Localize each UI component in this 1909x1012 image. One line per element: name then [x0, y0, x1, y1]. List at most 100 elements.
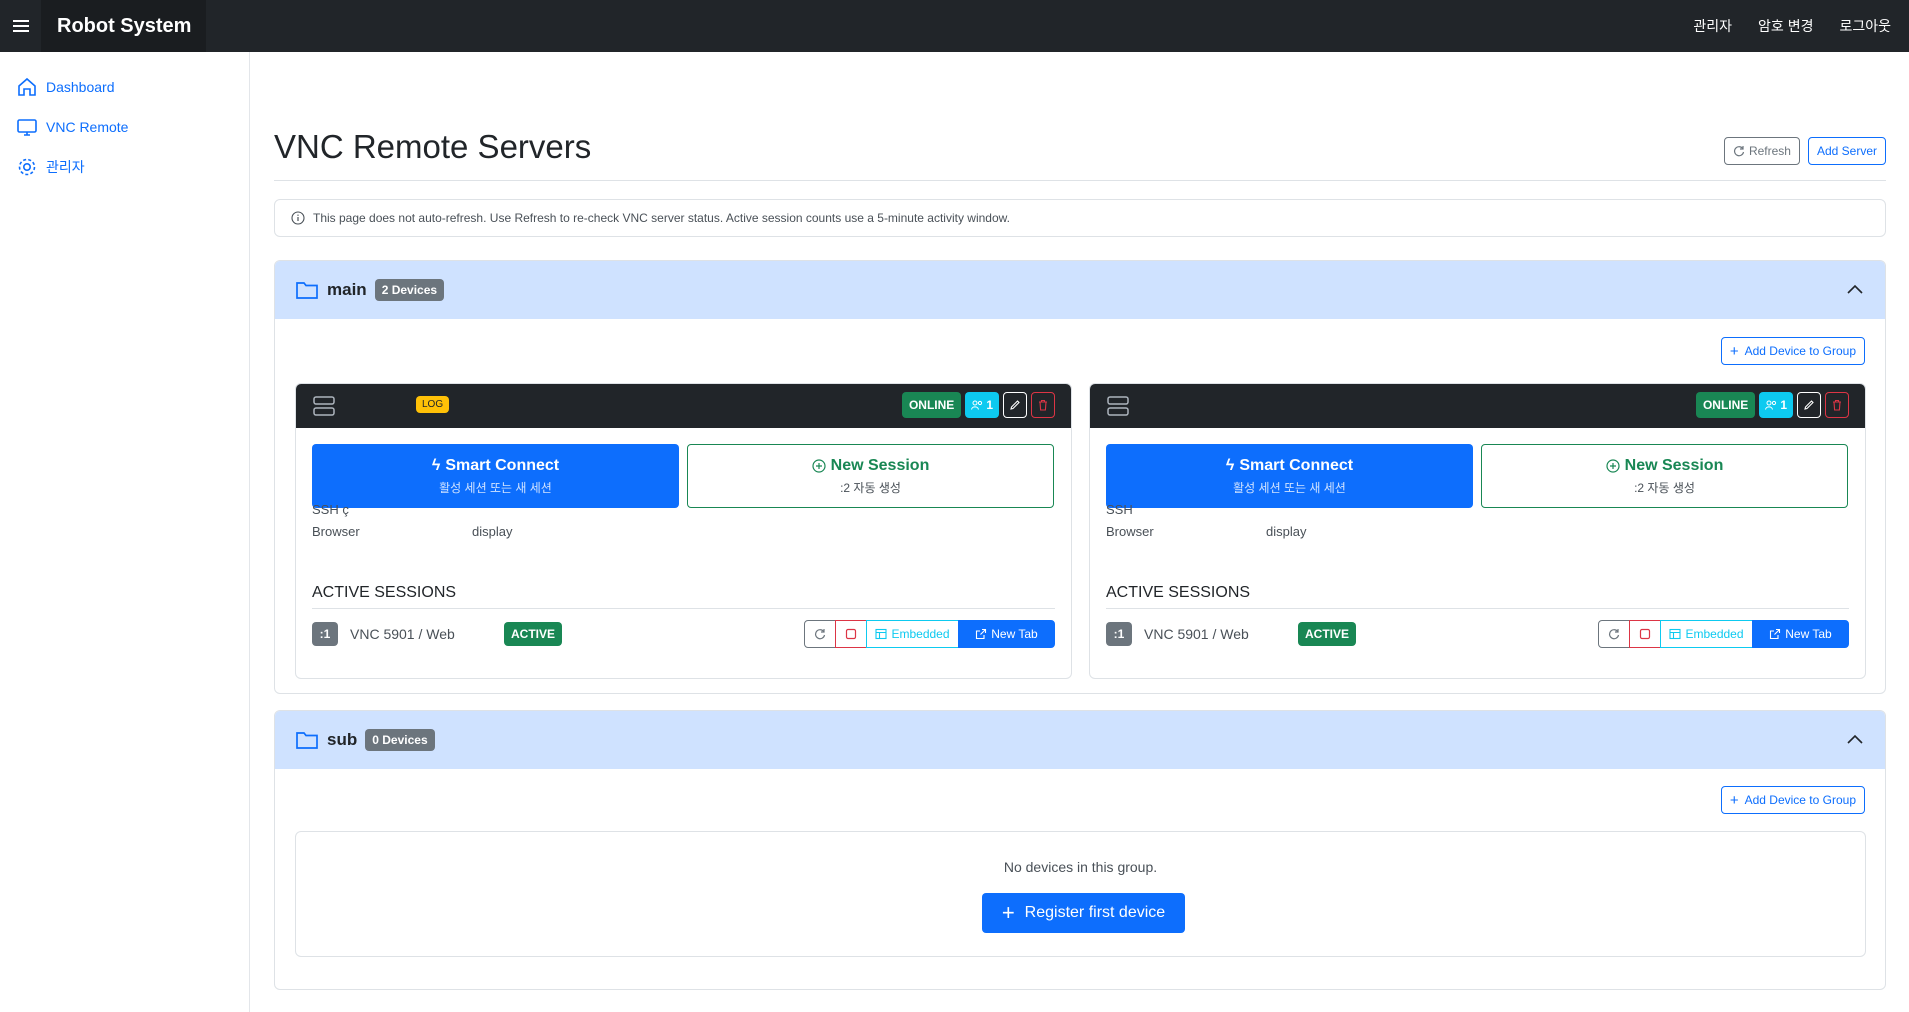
edit-device-button[interactable]: [1797, 392, 1821, 418]
menu-toggle-button[interactable]: [0, 0, 41, 52]
embedded-label: Embedded: [1685, 627, 1744, 641]
add-device-to-group-button[interactable]: + Add Device to Group: [1720, 786, 1865, 814]
lightning-icon: ϟ: [1225, 456, 1235, 474]
group-name: main: [327, 280, 367, 299]
status-badge: ONLINE: [901, 392, 962, 418]
group-header[interactable]: sub 0 Devices: [275, 711, 1885, 769]
server-icon: [313, 396, 335, 416]
ssh-info: SSH ç: [312, 502, 349, 517]
browser-label: Browser: [1106, 524, 1154, 539]
refresh-button[interactable]: Refresh: [1723, 137, 1800, 165]
hamburger-icon: [12, 20, 29, 32]
pencil-icon: [1804, 400, 1814, 410]
session-row: :1 VNC 5901 / Web ACTIVE Embedded New Ta…: [312, 620, 1055, 648]
session-stop-button[interactable]: [835, 620, 867, 648]
monitor-icon: [17, 119, 37, 136]
add-device-label: Add Device to Group: [1744, 344, 1856, 358]
new-tab-label: New Tab: [991, 627, 1038, 641]
embedded-button[interactable]: Embedded: [866, 620, 959, 648]
session-state-badge: ACTIVE: [1298, 622, 1357, 646]
group-sub: sub 0 Devices + Add Device to Group No d…: [274, 710, 1886, 990]
new-tab-button[interactable]: New Tab: [1752, 620, 1849, 648]
lightning-icon: ϟ: [431, 456, 441, 474]
smart-connect-sub: 활성 세션 또는 새 세션: [439, 480, 552, 495]
main-content: VNC Remote Servers Refresh Add Server Th…: [274, 52, 1886, 1012]
plus-circle-icon: [812, 458, 826, 473]
sidebar-item-admin[interactable]: 관리자: [0, 147, 249, 187]
info-text: This page does not auto-refresh. Use Ref…: [313, 211, 1010, 225]
window-icon: [875, 628, 888, 640]
sessions-divider: [1106, 608, 1849, 609]
new-session-sub: :2 자동 생성: [840, 480, 901, 495]
pencil-icon: [1010, 400, 1020, 410]
browser-info: Browser display: [1106, 524, 1406, 539]
new-session-button[interactable]: New Session :2 자동 생성: [1481, 444, 1848, 508]
new-session-sub: :2 자동 생성: [1634, 480, 1695, 495]
group-main: main 2 Devices + Add Device to Group LOG…: [274, 260, 1886, 694]
sidebar-item-label: Dashboard: [46, 79, 115, 95]
sidebar-item-label: 관리자: [46, 159, 85, 175]
change-password-link[interactable]: 암호 변경: [1758, 16, 1813, 36]
external-link-icon: [976, 628, 987, 640]
logout-link[interactable]: 로그아웃: [1839, 16, 1891, 36]
new-tab-button[interactable]: New Tab: [958, 620, 1055, 648]
stop-icon: [845, 628, 857, 640]
session-refresh-button[interactable]: [1598, 620, 1630, 648]
session-stop-button[interactable]: [1629, 620, 1661, 648]
user-count-badge: 1: [965, 392, 999, 418]
chevron-up-icon[interactable]: [1845, 280, 1865, 300]
ssh-label: SSH: [312, 502, 339, 517]
session-row: :1 VNC 5901 / Web ACTIVE Embedded New Ta…: [1106, 620, 1849, 648]
top-navbar: Robot System 관리자 암호 변경 로그아웃: [0, 0, 1909, 52]
embedded-button[interactable]: Embedded: [1660, 620, 1753, 648]
new-session-button[interactable]: New Session :2 자동 생성: [687, 444, 1054, 508]
refresh-icon: [1608, 629, 1620, 640]
chevron-up-icon[interactable]: [1845, 730, 1865, 750]
session-refresh-button[interactable]: [804, 620, 836, 648]
edit-device-button[interactable]: [1003, 392, 1027, 418]
brand-logo[interactable]: Robot System: [41, 0, 206, 52]
user-count-badge: 1: [1759, 392, 1793, 418]
embedded-label: Embedded: [891, 627, 950, 641]
smart-connect-label: Smart Connect: [445, 456, 560, 474]
window-icon: [1669, 628, 1682, 640]
smart-connect-button[interactable]: ϟ Smart Connect 활성 세션 또는 새 세션: [312, 444, 679, 508]
sidebar-item-vnc-remote[interactable]: VNC Remote: [0, 107, 249, 147]
group-header[interactable]: main 2 Devices: [275, 261, 1885, 319]
admin-link[interactable]: 관리자: [1693, 16, 1732, 36]
refresh-icon: [814, 629, 826, 640]
users-icon: [1765, 400, 1777, 410]
log-badge[interactable]: LOG: [416, 396, 450, 413]
browser-label: Browser: [312, 524, 360, 539]
plus-icon: +: [1729, 342, 1739, 360]
active-sessions-title: ACTIVE SESSIONS: [1106, 584, 1251, 601]
active-sessions-title: ACTIVE SESSIONS: [312, 584, 457, 601]
delete-device-button[interactable]: [1031, 392, 1055, 418]
register-first-device-button[interactable]: + Register first device: [982, 893, 1185, 933]
delete-device-button[interactable]: [1825, 392, 1849, 418]
new-session-label: New Session: [1624, 456, 1724, 474]
users-icon: [971, 400, 983, 410]
browser-value: display: [472, 524, 513, 539]
device-count-badge: 0 Devices: [365, 729, 435, 751]
add-server-button[interactable]: Add Server: [1807, 137, 1886, 165]
add-device-label: Add Device to Group: [1744, 793, 1856, 807]
empty-group-text: No devices in this group.: [1003, 859, 1158, 875]
title-divider: [274, 180, 1886, 181]
device-count-badge: 2 Devices: [374, 279, 445, 301]
gear-icon: [18, 158, 36, 176]
external-link-icon: [1770, 628, 1781, 640]
sidebar: Dashboard VNC Remote 관리자: [0, 52, 250, 1012]
smart-connect-sub: 활성 세션 또는 새 세션: [1233, 480, 1346, 495]
smart-connect-button[interactable]: ϟ Smart Connect 활성 세션 또는 새 세션: [1106, 444, 1473, 508]
device-card: ONLINE 1 ϟ Smart Connect 활성 세션 또는 새 세션 N…: [1089, 383, 1866, 679]
trash-icon: [1039, 399, 1047, 411]
browser-info: Browser display: [312, 524, 612, 539]
session-state-badge: ACTIVE: [504, 622, 563, 646]
sidebar-item-label: VNC Remote: [46, 119, 129, 135]
device-card-header: ONLINE 1: [1090, 384, 1865, 428]
folder-icon: [296, 282, 318, 299]
sidebar-item-dashboard[interactable]: Dashboard: [0, 67, 249, 107]
smart-connect-label: Smart Connect: [1239, 456, 1354, 474]
add-device-to-group-button[interactable]: + Add Device to Group: [1720, 337, 1865, 365]
